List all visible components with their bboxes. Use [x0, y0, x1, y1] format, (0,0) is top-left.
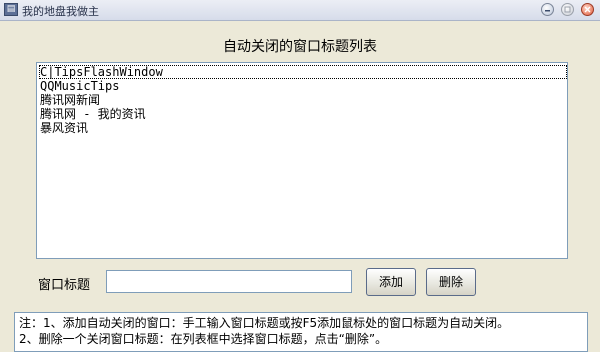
delete-button[interactable]: 删除 [426, 268, 476, 296]
list-item[interactable]: C|TipsFlashWindow [39, 65, 567, 79]
close-icon [584, 6, 591, 13]
close-button[interactable] [581, 3, 594, 16]
notes-textbox[interactable]: 注：1、添加自动关闭的窗口：手工输入窗口标题或按F5添加鼠标处的窗口标题为自动关… [14, 312, 588, 352]
list-heading: 自动关闭的窗口标题列表 [223, 39, 377, 55]
window-title-input[interactable] [106, 270, 352, 293]
list-item[interactable]: 腾讯网 - 我的资讯 [39, 107, 567, 121]
maximize-button[interactable] [561, 3, 574, 16]
window-title-label: 窗口标题 [38, 278, 91, 293]
note-line: 2、删除一个关闭窗口标题：在列表框中选择窗口标题，点击“删除”。 [19, 332, 388, 346]
minimize-button[interactable] [541, 3, 554, 16]
note-line: 注：1、添加自动关闭的窗口：手工输入窗口标题或按F5添加鼠标处的窗口标题为自动关… [19, 316, 510, 330]
list-item[interactable]: 腾讯网新闻 [39, 93, 567, 107]
list-item[interactable]: QQMusicTips [39, 79, 567, 93]
title-bar[interactable]: ▤ 我的地盘我做主 [0, 0, 600, 21]
window-title: 我的地盘我做主 [22, 5, 99, 18]
app-window-icon[interactable]: ▤ [4, 3, 18, 16]
add-button[interactable]: 添加 [366, 268, 416, 296]
maximize-icon [564, 6, 571, 13]
window-title-listbox[interactable]: C|TipsFlashWindow QQMusicTips 腾讯网新闻 腾讯网 … [36, 62, 568, 259]
minimize-icon [545, 10, 550, 12]
list-item[interactable]: 暴风资讯 [39, 121, 567, 135]
